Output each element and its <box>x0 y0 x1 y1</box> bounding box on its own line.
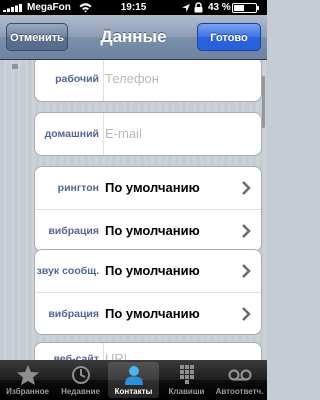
voicemail-icon <box>227 369 252 381</box>
message-vibration-label: вибрация <box>48 308 99 320</box>
message-vibration-value: По умолчанию <box>105 306 200 321</box>
phone-group: рабочий Телефон <box>34 60 262 102</box>
website-input[interactable]: URL <box>105 343 131 360</box>
vibration-value: По умолчанию <box>105 223 200 238</box>
message-sound-row[interactable]: звук сообщ. По умолчанию <box>35 250 261 292</box>
tab-label: Клавиши <box>168 387 205 396</box>
row-divider <box>103 113 104 155</box>
row-divider <box>103 343 104 360</box>
tab-contacts[interactable]: Контакты <box>108 362 159 398</box>
location-arrow-icon <box>182 4 190 12</box>
row-divider <box>103 60 104 101</box>
tab-label: Контакты <box>114 387 153 396</box>
clock-icon <box>71 366 90 384</box>
ringtone-value: По умолчанию <box>105 180 200 195</box>
battery-percentage: 43 % <box>208 2 231 13</box>
website-group: веб-сайт URL <box>34 342 262 360</box>
star-icon <box>16 365 39 385</box>
message-sound-label: звук сообщ. <box>36 265 99 277</box>
tab-voicemail[interactable]: Автоответч. <box>214 362 265 398</box>
phone-row[interactable]: рабочий Телефон <box>35 60 261 101</box>
scrollbar[interactable] <box>262 76 265 128</box>
tab-bar: Избранное Недавние Контакты Клавиши Авто… <box>0 360 267 400</box>
website-row[interactable]: веб-сайт URL <box>35 343 261 360</box>
tab-label: Автоответч. <box>215 387 264 396</box>
tab-favorites[interactable]: Избранное <box>2 362 53 398</box>
message-vibration-row[interactable]: вибрация По умолчанию <box>35 292 261 334</box>
ringtone-group: рингтон По умолчанию вибрация По умолчан… <box>34 166 262 252</box>
vibration-row[interactable]: вибрация По умолчанию <box>35 209 261 251</box>
message-sound-group: звук сообщ. По умолчанию вибрация По умо… <box>34 249 262 335</box>
navigation-bar: Отменить Данные Готово <box>0 15 267 60</box>
contacts-icon <box>124 366 143 385</box>
tab-keypad[interactable]: Клавиши <box>161 362 212 398</box>
drag-handle-icon <box>12 64 18 69</box>
tab-label: Недавние <box>61 387 100 396</box>
email-row[interactable]: домашний E-mail <box>35 113 261 155</box>
ringtone-label: рингтон <box>57 182 99 194</box>
website-label[interactable]: веб-сайт <box>35 343 99 360</box>
chevron-right-icon <box>242 224 251 238</box>
phone-label[interactable]: рабочий <box>35 60 99 101</box>
battery-icon <box>232 3 259 13</box>
chevron-right-icon <box>242 264 251 278</box>
vibration-label: вибрация <box>48 225 99 237</box>
chevron-right-icon <box>242 181 251 195</box>
rotation-lock-icon <box>194 2 203 13</box>
keypad-icon <box>179 365 194 384</box>
tab-label: Избранное <box>6 387 49 396</box>
email-label[interactable]: домашний <box>35 113 99 155</box>
chevron-right-icon <box>242 307 251 321</box>
contact-edit-form[interactable]: рабочий Телефон домашний E-mail рингтон … <box>0 60 267 360</box>
email-input[interactable]: E-mail <box>105 113 142 155</box>
email-group: домашний E-mail <box>34 112 262 156</box>
tab-recents[interactable]: Недавние <box>55 362 106 398</box>
ringtone-row[interactable]: рингтон По умолчанию <box>35 167 261 209</box>
done-button[interactable]: Готово <box>197 23 261 51</box>
phone-input[interactable]: Телефон <box>105 60 159 101</box>
status-bar: MegaFon 19:15 43 % <box>0 0 267 15</box>
message-sound-value: По умолчанию <box>105 263 200 278</box>
